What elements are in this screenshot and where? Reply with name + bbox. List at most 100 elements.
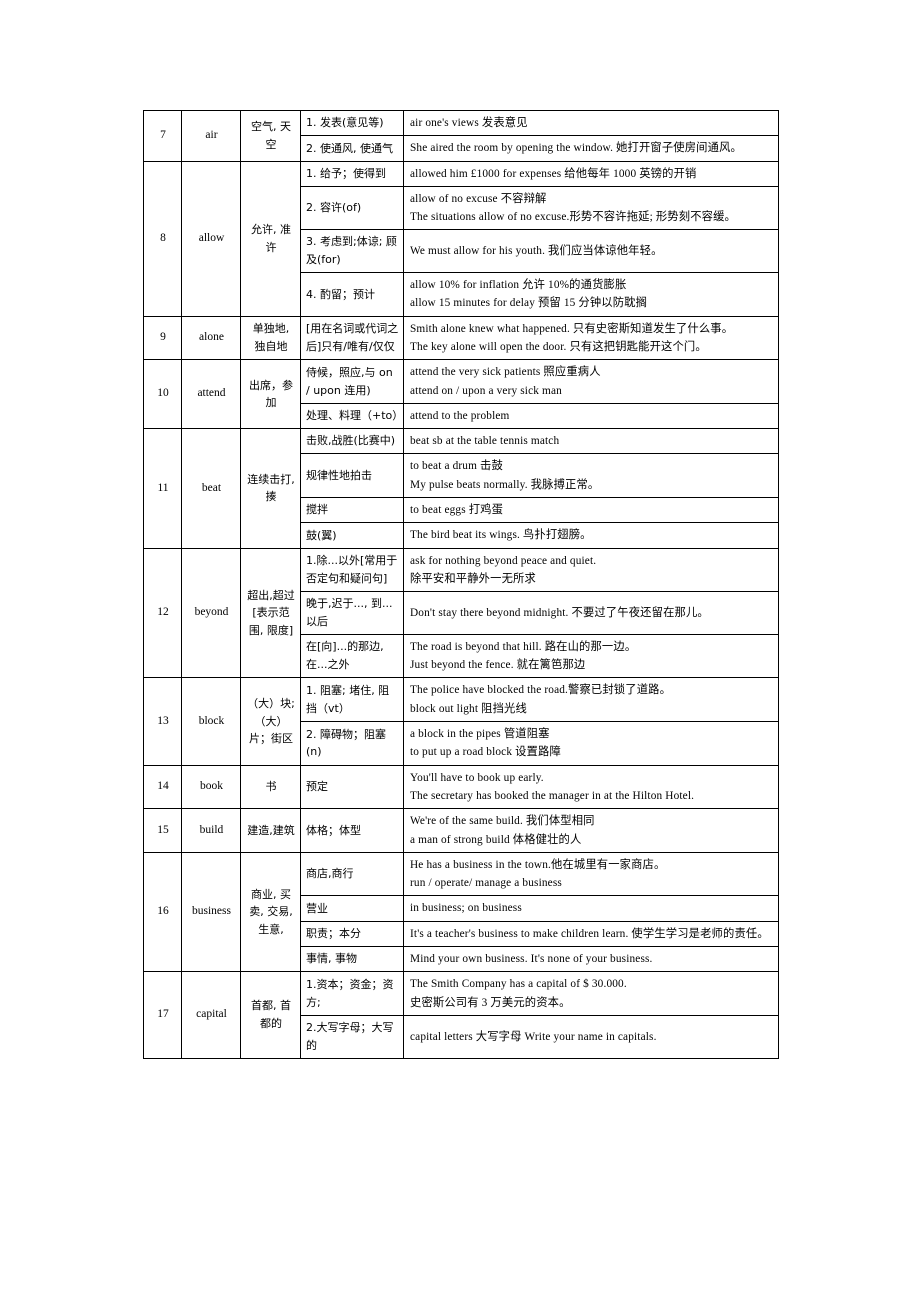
sense-examples: in business; on business	[403, 895, 779, 922]
sense-examples: to beat a drum 击鼓 My pulse beats normally…	[403, 453, 779, 499]
example-line: The situations allow of no excuse.形势不容许拖…	[410, 211, 736, 224]
sense-definition: 事情, 事物	[300, 946, 404, 973]
sense-examples: The police have blocked the road.警察已封锁了道…	[403, 677, 779, 723]
entry-word: alone	[181, 315, 241, 361]
sense-examples: attend to the problem	[403, 402, 779, 430]
entry-translation: 允许, 准许	[240, 160, 301, 317]
entry-number: 17	[143, 971, 182, 1059]
document-page: 7 air 空气, 天空 1. 发表(意见等) air one's views 发表意见…	[0, 0, 920, 1302]
entry-translation: （大）块;（大）片；街区	[240, 677, 301, 766]
sense-definition: 2. 使通风, 使通气	[300, 135, 404, 162]
table-row: 14 book 书预定 You'll have to book up early. Th…	[143, 764, 779, 810]
sense-definition: 处理、料理（+to）	[300, 402, 404, 430]
example-line: allow of no excuse 不容辩解	[410, 192, 547, 205]
example-line: to beat a drum 击鼓	[410, 460, 503, 473]
entry-word: build	[181, 808, 241, 853]
sense-definition: 预定	[300, 764, 404, 810]
example-line: Don't stay there beyond midnight. 不要过了午夜…	[410, 606, 709, 619]
sense-definition: 侍候，照应,与 on / upon 连用)	[300, 359, 404, 404]
sense-definition: [用在名词或代词之后]只有/唯有/仅仅	[300, 315, 404, 361]
sense-examples: a block in the pipes 管道阻塞 to put up a roa…	[403, 721, 779, 766]
sense-definition: 击败,战胜(比赛中)	[300, 428, 404, 455]
sense-definition: 2.大写字母；大写的	[300, 1014, 404, 1059]
entry-number: 8	[143, 160, 182, 317]
vocabulary-table-body: 7 air 空气, 天空 1. 发表(意见等) air one's views 发表意见…	[143, 109, 779, 1059]
table-row: 15 build 建造,建筑 体格；体型 We're of the same build…	[143, 808, 779, 853]
example-line: 除平安和平静外一无所求	[410, 572, 536, 585]
entry-word: beat	[181, 428, 241, 549]
example-line: Mind your own business. It's none of you…	[410, 953, 653, 966]
sense-definition: 2. 容许(of)	[300, 185, 404, 231]
example-line: ask for nothing beyond peace and quiet.	[410, 554, 597, 567]
example-line: attend the very sick patients 照应重病人	[410, 366, 601, 379]
table-row: 16 business 商业, 买卖, 交易,生意, 商店,商行 He has a bu…	[143, 851, 779, 973]
sense-examples: attend the very sick patients 照应重病人 atten…	[403, 359, 779, 404]
sense-definition: 1. 发表(意见等)	[300, 109, 404, 137]
sense-examples: You'll have to book up early. The secreta…	[403, 764, 779, 810]
table-row: 7 air 空气, 天空 1. 发表(意见等) air one's views 发表意见	[143, 109, 779, 162]
entry-translation: 空气, 天空	[240, 110, 301, 162]
table-row: 13 block （大）块;（大）片；街区 1. 阻塞; 堵住, 阻挡（vt） The …	[143, 677, 779, 766]
sense-definition: 在[向]...的那边,在...之外	[300, 633, 404, 679]
sense-examples: ask for nothing beyond peace and quiet. 除…	[403, 547, 779, 593]
sense-definition: 1. 给予；使得到	[300, 160, 404, 187]
sense-definition: 4. 酌留；预计	[300, 272, 404, 317]
sense-examples: The Smith Company has a capital of $ 30.…	[403, 971, 779, 1016]
example-line: attend on / upon a very sick man	[410, 384, 562, 397]
sense-examples: He has a business in the town.他在城里有一家商店。…	[403, 851, 779, 897]
entry-number: 9	[143, 315, 182, 361]
example-line: Smith alone knew what happened. 只有史密斯知道发…	[410, 322, 734, 335]
table-row: 8 allow 允许, 准许 1. 给予；使得到 allowed him £1000 f…	[143, 160, 779, 317]
sense-examples: It's a teacher's business to make childr…	[403, 920, 779, 948]
example-line: She aired the room by opening the window…	[410, 142, 742, 155]
example-line: allow 10% for inflation 允许 10%的通货膨胀	[410, 279, 627, 292]
sense-definition: 体格；体型	[300, 808, 404, 853]
entry-word: attend	[181, 359, 241, 430]
sense-definition: 鼓(翼)	[300, 522, 404, 549]
sense-examples: to beat eggs 打鸡蛋	[403, 497, 779, 524]
example-line: My pulse beats normally. 我脉搏正常。	[410, 478, 600, 491]
entry-number: 12	[143, 547, 182, 679]
entry-translation: 首都, 首都的	[240, 971, 301, 1059]
sense-examples: The road is beyond that hill. 路在山的那一边。 Ju…	[403, 633, 779, 679]
entry-word: business	[181, 851, 241, 973]
example-line: a block in the pipes 管道阻塞	[410, 728, 550, 741]
example-line: You'll have to book up early.	[410, 771, 544, 784]
sense-examples: She aired the room by opening the window…	[403, 135, 779, 162]
entry-word: beyond	[181, 547, 241, 679]
sense-definition: 1.资本；资金；资方;	[300, 971, 404, 1016]
sense-examples: Don't stay there beyond midnight. 不要过了午夜…	[403, 591, 779, 635]
example-line: run / operate/ manage a business	[410, 877, 562, 890]
sense-examples: Mind your own business. It's none of you…	[403, 946, 779, 973]
table-row: 9 alone 单独地, 独自地 [用在名词或代词之后]只有/唯有/仅仅 Smith a…	[143, 315, 779, 361]
sense-examples: We're of the same build. 我们体型相同 a man of …	[403, 808, 779, 853]
example-line: capital letters 大写字母 Write your name in …	[410, 1030, 657, 1043]
sense-examples: allow of no excuse 不容辩解 The situations al…	[403, 185, 779, 231]
example-line: to put up a road block 设置路障	[410, 746, 561, 759]
sense-definition: 3. 考虑到;体谅; 顾及(for)	[300, 229, 404, 274]
table-row: 11 beat 连续击打,揍 击败,战胜(比赛中) beat sb at the tab…	[143, 428, 779, 549]
example-line: beat sb at the table tennis match	[410, 435, 560, 448]
sense-definition: 营业	[300, 895, 404, 922]
table-row: 12 beyond 超出,超过[表示范围, 限度] 1.除...以外[常用于否定句和疑…	[143, 547, 779, 679]
entry-number: 11	[143, 428, 182, 549]
sense-definition: 商店,商行	[300, 851, 404, 897]
table-row: 17 capital 首都, 首都的 1.资本；资金；资方; The Smith Com…	[143, 971, 779, 1059]
entry-word: capital	[181, 971, 241, 1059]
entry-number: 10	[143, 359, 182, 430]
example-line: The key alone will open the door. 只有这把钥匙…	[410, 341, 707, 353]
entry-translation: 建造,建筑	[240, 808, 301, 853]
entry-translation: 超出,超过[表示范围, 限度]	[240, 547, 301, 679]
entry-translation: 单独地, 独自地	[240, 315, 301, 361]
example-line: He has a business in the town.他在城里有一家商店。	[410, 858, 666, 871]
entry-word: allow	[181, 160, 241, 317]
example-line: allow 15 minutes for delay 预留 15 分钟以防耽搁	[410, 297, 648, 310]
example-line: in business; on business	[410, 902, 522, 915]
entry-word: block	[181, 677, 241, 766]
entry-translation: 连续击打,揍	[240, 428, 301, 549]
sense-examples: allow 10% for inflation 允许 10%的通货膨胀 allow…	[403, 272, 779, 317]
sense-examples: air one's views 发表意见	[403, 109, 779, 137]
example-line: allowed him £1000 for expenses 给他每年 1000…	[410, 167, 697, 180]
entry-number: 15	[143, 808, 182, 853]
sense-examples: allowed him £1000 for expenses 给他每年 1000…	[403, 160, 779, 187]
